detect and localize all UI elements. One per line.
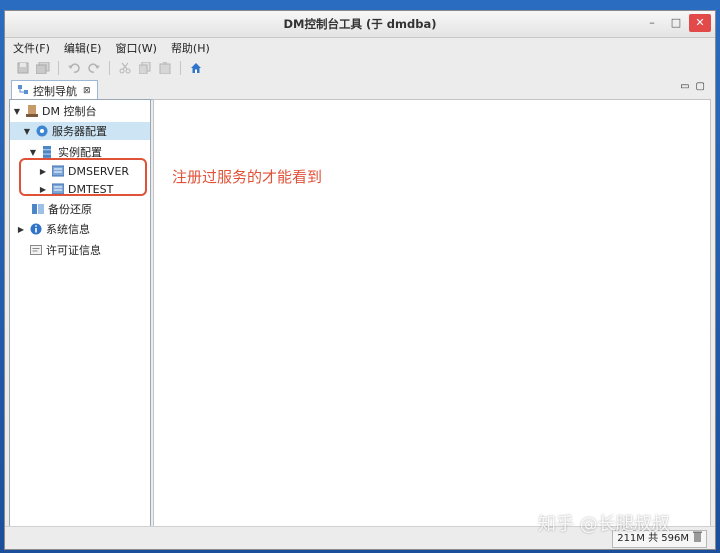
view-tab-bar: 控制导航 ⊠ ▭ ▢	[9, 79, 711, 100]
tree-node-server-config[interactable]: ▼ 服务器配置	[10, 122, 150, 140]
title-bar[interactable]: DM控制台工具 (于 dmdba) – □ ✕	[5, 11, 715, 38]
save-all-icon[interactable]	[35, 60, 51, 76]
tab-control-navigation[interactable]: 控制导航 ⊠	[11, 80, 98, 100]
view-controls: ▭ ▢	[680, 81, 705, 92]
redo-icon[interactable]	[86, 60, 102, 76]
view-minimize-button[interactable]: ▭	[680, 81, 689, 92]
tree-label: 备份还原	[48, 203, 92, 216]
window-title: DM控制台工具 (于 dmdba)	[283, 17, 437, 31]
annotation-text: 注册过服务的才能看到	[172, 168, 323, 186]
collapse-arrow-icon[interactable]: ▼	[12, 107, 22, 116]
app-window: DM控制台工具 (于 dmdba) – □ ✕ 文件(F) 编辑(E) 窗口(W…	[4, 10, 716, 550]
collapse-arrow-icon[interactable]: ▼	[22, 127, 32, 136]
tree-label: 系统信息	[46, 223, 90, 236]
tree-label: DM 控制台	[42, 105, 97, 118]
backup-icon	[32, 203, 44, 215]
gear-icon	[36, 125, 48, 137]
undo-icon[interactable]	[66, 60, 82, 76]
copy-icon[interactable]	[137, 60, 153, 76]
paste-icon[interactable]	[157, 60, 173, 76]
tree-label: 服务器配置	[52, 125, 107, 138]
menu-help[interactable]: 帮助(H)	[171, 40, 210, 56]
toolbar	[5, 58, 715, 78]
info-icon	[30, 223, 42, 235]
tab-close-icon[interactable]: ⊠	[83, 86, 91, 96]
tree-node-license-info[interactable]: 许可证信息	[10, 241, 150, 259]
tab-label: 控制导航	[33, 84, 77, 98]
menu-bar: 文件(F) 编辑(E) 窗口(W) 帮助(H)	[5, 38, 715, 58]
editor-area	[153, 99, 711, 527]
console-icon	[26, 105, 38, 117]
view-maximize-button[interactable]: ▢	[696, 81, 705, 92]
save-icon[interactable]	[15, 60, 31, 76]
toolbar-separator	[180, 61, 181, 75]
tree-node-dm-console[interactable]: ▼ DM 控制台	[12, 102, 150, 120]
trash-icon[interactable]	[693, 531, 702, 548]
navigator-icon	[18, 84, 29, 98]
server-stack-icon	[42, 146, 54, 158]
expand-arrow-icon[interactable]: ▶	[16, 225, 26, 234]
highlight-box	[19, 158, 147, 196]
minimize-button[interactable]: –	[641, 14, 663, 32]
tree-node-backup-restore[interactable]: 备份还原	[10, 200, 150, 218]
tree-label: 许可证信息	[46, 244, 101, 257]
toolbar-separator	[58, 61, 59, 75]
maximize-button[interactable]: □	[665, 14, 687, 32]
watermark: 知乎 @长腿叔叔	[538, 514, 670, 535]
window-controls: – □ ✕	[641, 14, 711, 32]
license-icon	[30, 244, 42, 256]
tree-node-system-info[interactable]: ▶ 系统信息	[10, 220, 150, 238]
menu-file[interactable]: 文件(F)	[13, 40, 50, 56]
collapse-arrow-icon[interactable]: ▼	[28, 148, 38, 157]
home-icon[interactable]	[188, 60, 204, 76]
close-button[interactable]: ✕	[689, 14, 711, 32]
menu-window[interactable]: 窗口(W)	[115, 40, 156, 56]
menu-edit[interactable]: 编辑(E)	[64, 40, 102, 56]
cut-icon[interactable]	[117, 60, 133, 76]
toolbar-separator	[109, 61, 110, 75]
